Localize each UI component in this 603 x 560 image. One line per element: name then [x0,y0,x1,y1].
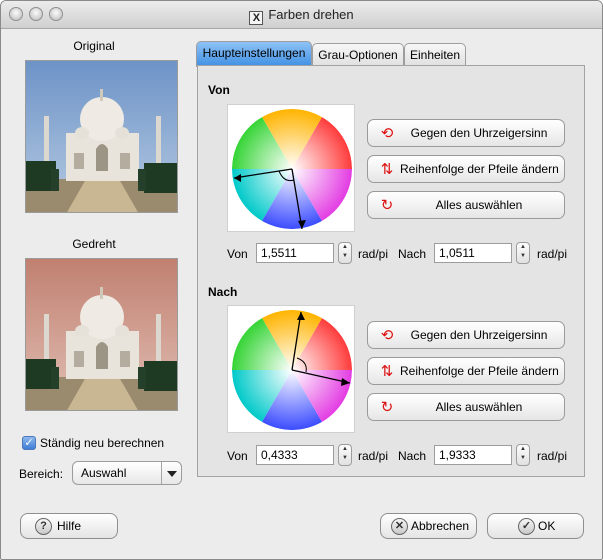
from-change-arrow-order-button[interactable]: ⇅ Reihenfolge der Pfeile ändern [367,155,565,183]
to-von-input[interactable] [256,445,334,465]
help-icon: ? [35,518,52,535]
to-change-arrow-order-button[interactable]: ⇅ Reihenfolge der Pfeile ändern [367,357,565,385]
to-color-wheel[interactable] [227,305,355,433]
from-nach-spinner[interactable]: ▲ ▼ [516,242,530,264]
window-title: Farben drehen [268,7,354,22]
from-nach-unit: rad/pi [537,247,568,261]
to-nach-unit: rad/pi [537,449,568,463]
rotated-label: Gedreht [72,237,116,251]
from-von-input[interactable] [256,243,334,263]
from-von-spinner[interactable]: ▲ ▼ [338,242,352,264]
swap-arrows-icon: ⇅ [380,363,394,380]
original-label: Original [73,39,115,53]
to-nach-label: Nach [398,449,427,463]
range-select-value: Auswahl [81,466,127,480]
to-von-unit: rad/pi [358,449,389,463]
from-counterclockwise-button[interactable]: ⟲ Gegen den Uhrzeigersinn [367,119,565,147]
recalculate-checkbox[interactable]: ✓ [22,436,36,450]
from-select-all-button[interactable]: ↻ Alles auswählen [367,191,565,219]
range-label: Bereich: [19,467,64,481]
swap-arrows-icon: ⇅ [380,161,394,178]
cancel-x-icon: ✕ [391,518,408,535]
from-nach-label: Nach [398,247,427,261]
ok-button[interactable]: ✓ OK [487,513,584,539]
range-select[interactable]: Auswahl [72,461,182,485]
counterclockwise-arrow-icon: ⟲ [380,327,394,344]
dialog-window: X Farben drehen Original Gedreht ✓ Ständ… [0,0,603,560]
to-von-label: Von [227,449,248,463]
recalculate-checkbox-label: Ständig neu berechnen [40,436,165,450]
from-von-label: Von [227,247,248,261]
from-nach-input[interactable] [434,243,512,263]
to-counterclockwise-button[interactable]: ⟲ Gegen den Uhrzeigersinn [367,321,565,349]
original-preview-image [25,60,178,213]
from-von-unit: rad/pi [358,247,389,261]
to-section-title: Nach [208,285,238,299]
window-title-area: X Farben drehen [1,7,602,25]
x-icon: X [249,11,264,25]
to-nach-spinner[interactable]: ▲ ▼ [516,444,530,466]
from-section-title: Von [208,83,230,97]
chevron-down-icon [161,462,181,484]
to-von-spinner[interactable]: ▲ ▼ [338,444,352,466]
cancel-button[interactable]: ✕ Abbrechen [380,513,477,539]
from-color-wheel[interactable] [227,104,355,232]
to-select-all-button[interactable]: ↻ Alles auswählen [367,393,565,421]
refresh-arrow-icon: ↻ [380,197,394,214]
to-nach-input[interactable] [434,445,512,465]
refresh-arrow-icon: ↻ [380,399,394,416]
counterclockwise-arrow-icon: ⟲ [380,125,394,142]
rotated-preview-image [25,258,178,411]
tab-haupteinstellungen[interactable]: Haupteinstellungen [196,41,312,67]
help-button[interactable]: ? Hilfe [20,513,118,539]
title-bar: X Farben drehen [1,1,602,29]
checkmark-icon: ✓ [518,518,535,535]
